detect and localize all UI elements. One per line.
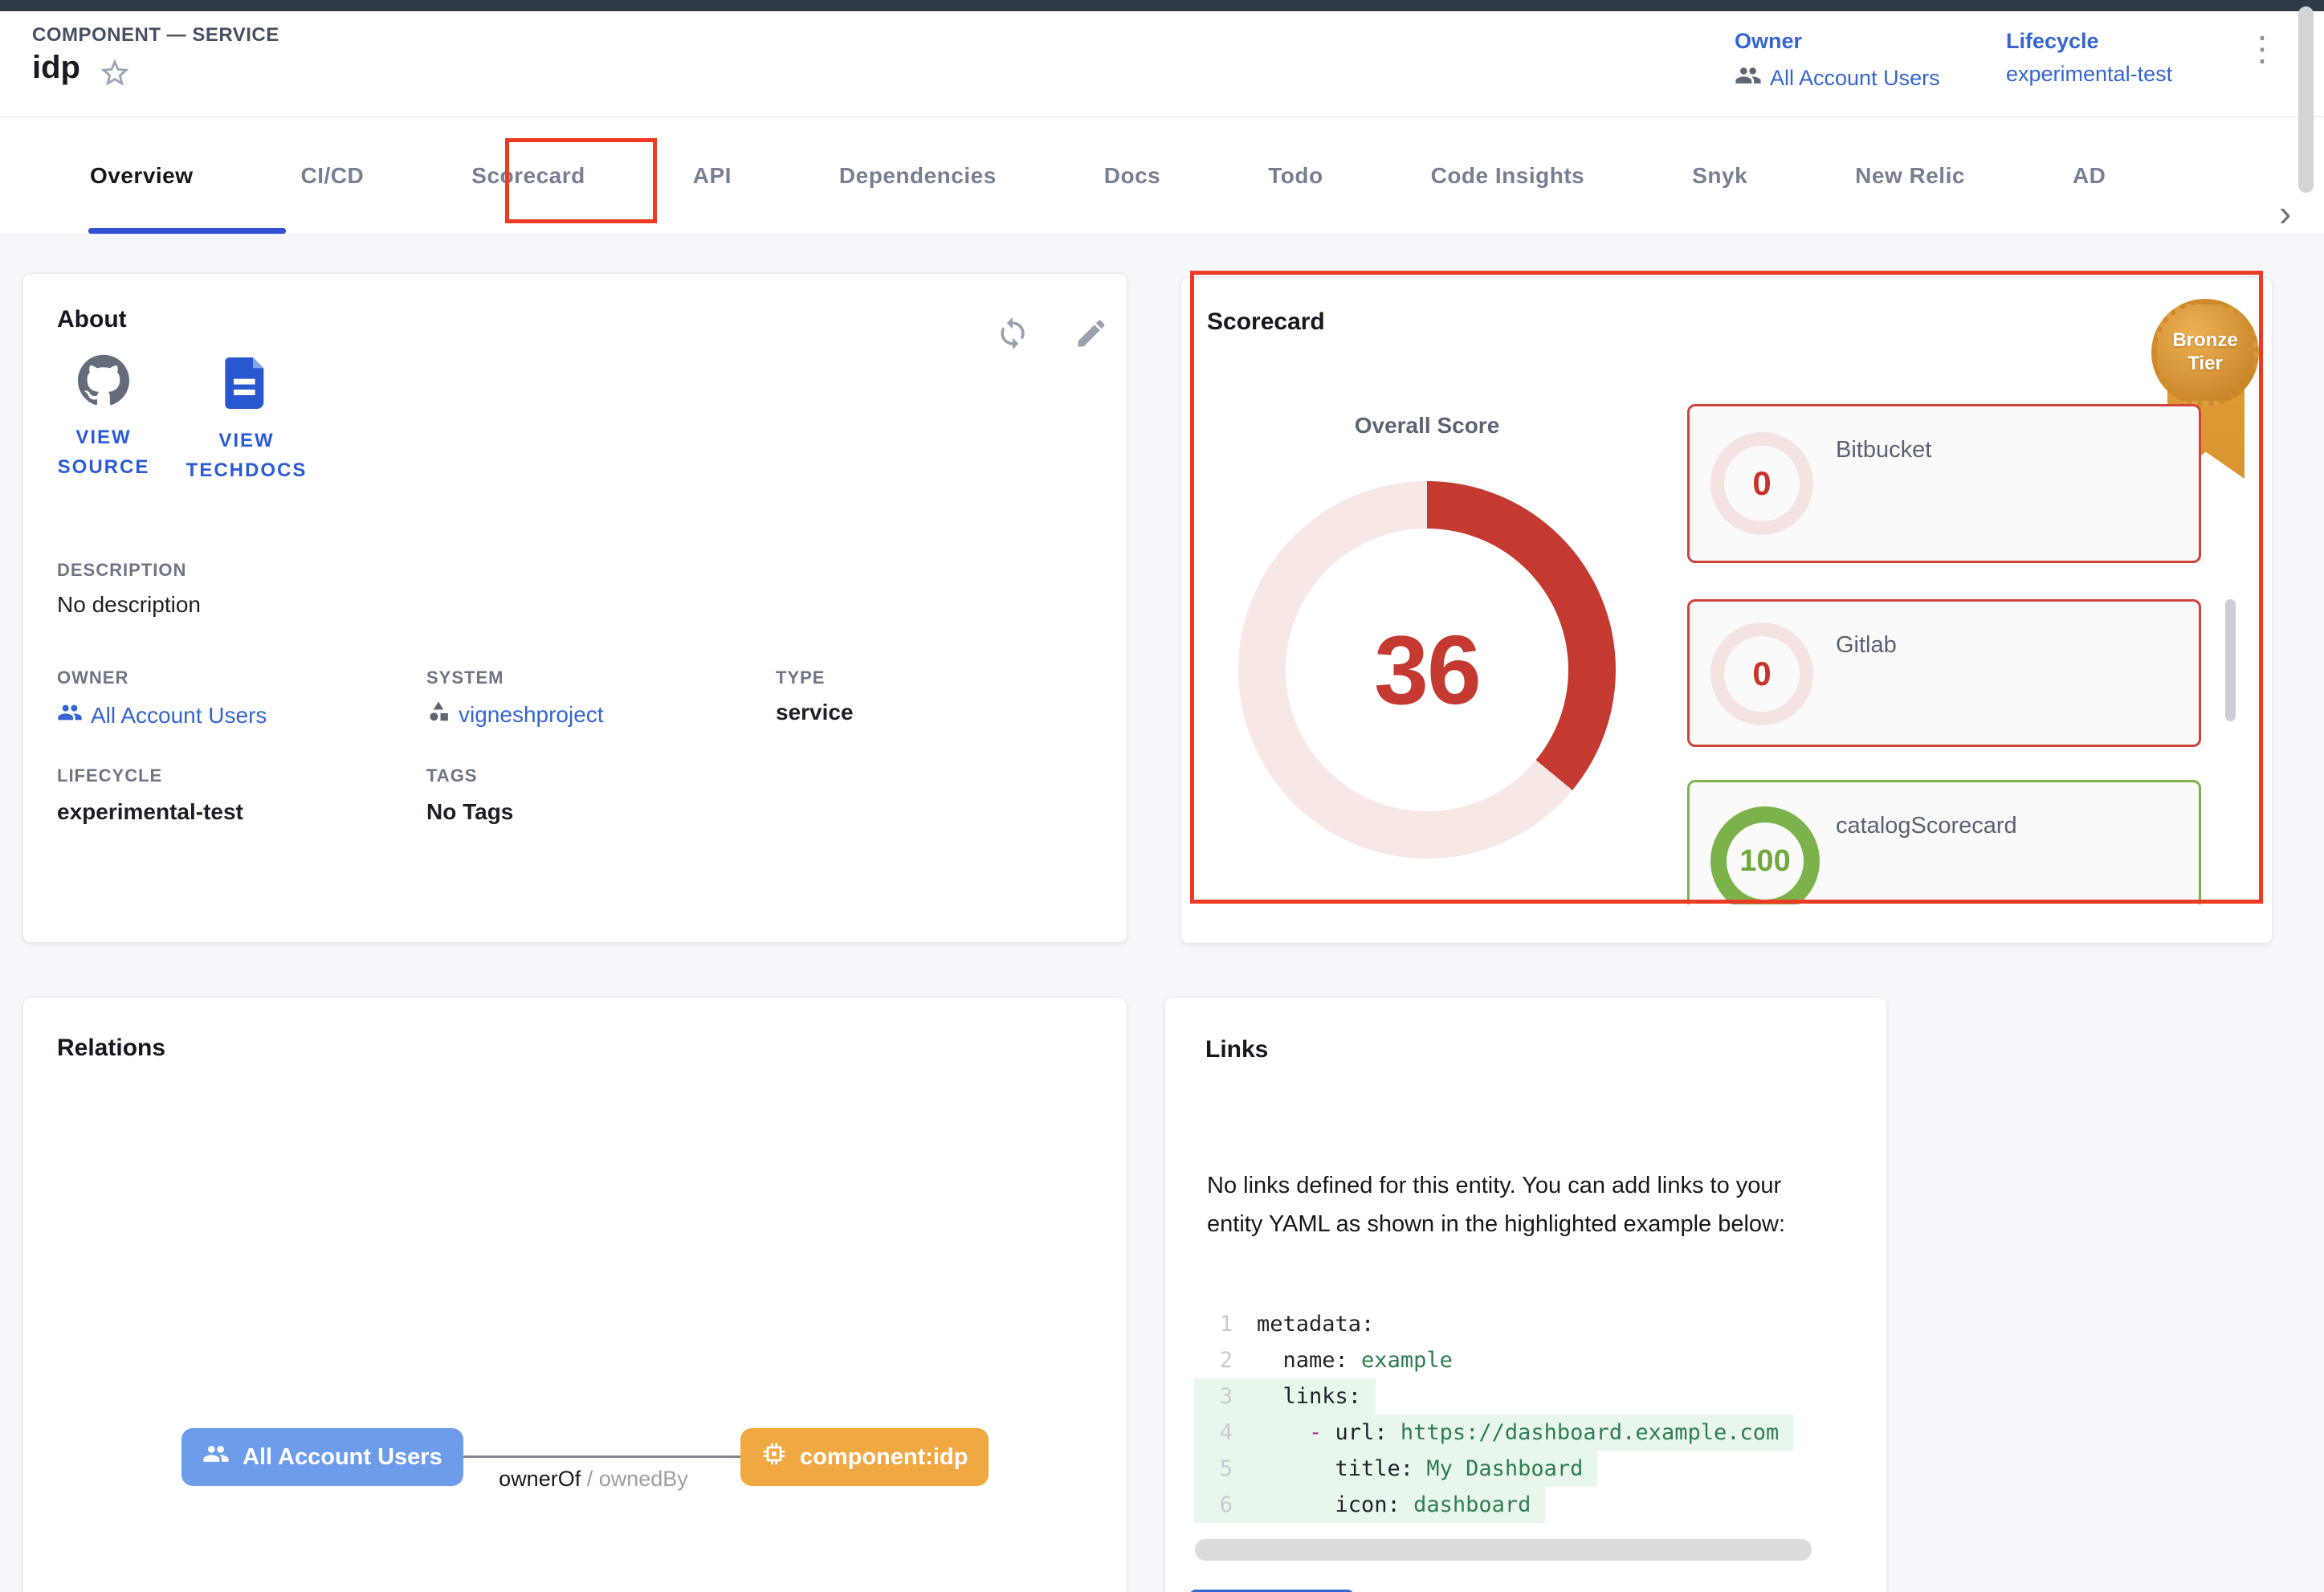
tab-overview[interactable]: Overview xyxy=(90,163,194,189)
owner-link[interactable]: All Account Users xyxy=(1735,62,1940,95)
bitbucket-score-ring: 0 xyxy=(1710,432,1813,535)
tab-bar: Overview CI/CD Scorecard API Dependencie… xyxy=(0,117,2324,235)
owner-field-link[interactable]: All Account Users xyxy=(57,700,267,731)
bitbucket-label: Bitbucket xyxy=(1836,437,1931,463)
tab-snyk[interactable]: Snyk xyxy=(1692,163,1747,189)
code-line-highlighted: 6 icon: dashboard xyxy=(1194,1487,1545,1523)
links-empty-message: No links defined for this entity. You ca… xyxy=(1207,1166,1841,1243)
view-techdocs-label: VIEW TECHDOCS xyxy=(174,426,319,485)
component-chip-icon xyxy=(761,1441,787,1473)
description-label: DESCRIPTION xyxy=(57,560,186,581)
relation-edge xyxy=(446,1455,740,1458)
type-field-value: service xyxy=(776,700,854,725)
code-line-highlighted: 4 - url: https://dashboard.example.com xyxy=(1194,1414,1793,1451)
owner-value: All Account Users xyxy=(1770,66,1940,91)
header-lifecycle: Lifecycle experimental-test xyxy=(2006,29,2172,87)
relation-edge-label: ownerOf / ownedBy xyxy=(433,1467,754,1492)
entity-header: COMPONENT — SERVICE idp Owner All Accoun… xyxy=(0,11,2324,117)
tab-code-insights[interactable]: Code Insights xyxy=(1431,163,1585,189)
catalogscorecard-label: catalogScorecard xyxy=(1836,813,2017,839)
tab-scorecard[interactable]: Scorecard xyxy=(471,163,585,189)
system-icon xyxy=(426,700,451,729)
lifecycle-label: Lifecycle xyxy=(2006,29,2172,54)
owner-field-value: All Account Users xyxy=(91,703,267,729)
top-accent-bar xyxy=(0,0,2324,11)
score-list: 0 Bitbucket 0 Gitlab 100 catalogScorecar… xyxy=(1687,402,2217,904)
overall-score-label: Overall Score xyxy=(1242,413,1612,439)
header-owner: Owner All Account Users xyxy=(1735,29,1940,95)
group-icon xyxy=(1735,62,1762,95)
links-title: Links xyxy=(1205,1036,1268,1063)
owner-node-label: All Account Users xyxy=(243,1444,442,1471)
users-icon xyxy=(202,1440,230,1474)
system-field-value: vigneshproject xyxy=(459,702,604,728)
more-options-icon[interactable]: ⋮ xyxy=(2245,32,2279,66)
techdocs-icon xyxy=(222,357,271,413)
app-window: COMPONENT — SERVICE idp Owner All Accoun… xyxy=(0,0,2324,1592)
users-icon xyxy=(57,700,83,731)
edit-icon[interactable] xyxy=(1074,316,1109,355)
view-techdocs-link[interactable]: VIEW TECHDOCS xyxy=(174,357,319,485)
tab-dependencies[interactable]: Dependencies xyxy=(839,163,997,189)
yaml-code-block: 1metadata: 2 name: example 3 links: 4 - … xyxy=(1194,1306,1864,1525)
tags-field-label: TAGS xyxy=(426,765,477,786)
description-value: No description xyxy=(57,592,201,618)
type-field-label: TYPE xyxy=(776,667,825,688)
relation-node-component[interactable]: component:idp xyxy=(740,1428,989,1486)
breadcrumb: COMPONENT — SERVICE xyxy=(32,24,279,47)
tab-docs[interactable]: Docs xyxy=(1104,163,1160,189)
lifecycle-field-label: LIFECYCLE xyxy=(57,765,162,786)
links-card: Links No links defined for this entity. … xyxy=(1164,997,1887,1592)
relation-node-owner[interactable]: All Account Users xyxy=(181,1428,463,1486)
relations-title: Relations xyxy=(57,1035,165,1062)
view-source-label: VIEW SOURCE xyxy=(47,422,160,482)
github-icon xyxy=(78,354,129,410)
code-line-highlighted: 3 links: xyxy=(1194,1378,1376,1414)
gitlab-label: Gitlab xyxy=(1836,632,1897,659)
score-item-catalogscorecard[interactable]: 100 catalogScorecard xyxy=(1687,780,2201,904)
page-scrollbar[interactable] xyxy=(2298,6,2314,193)
page-title: idp xyxy=(32,50,80,86)
catalogscorecard-score-ring: 100 xyxy=(1710,806,1820,904)
code-horizontal-scrollbar[interactable] xyxy=(1195,1539,1812,1561)
tab-cicd[interactable]: CI/CD xyxy=(301,163,365,189)
relations-card: Relations All Account Users component:id… xyxy=(22,997,1127,1592)
tab-api[interactable]: API xyxy=(693,163,732,189)
overall-score-gauge: 36 xyxy=(1238,481,1616,859)
scorecard-card: Scorecard BronzeTier Overall Score 36 0 … xyxy=(1180,277,2273,944)
scorecard-scrollbar[interactable] xyxy=(2225,599,2236,721)
badge-medal-icon: BronzeTier xyxy=(2151,299,2259,406)
about-title: About xyxy=(57,306,127,333)
lifecycle-field-value: experimental-test xyxy=(57,799,243,825)
tab-new-relic[interactable]: New Relic xyxy=(1855,163,1965,189)
score-item-gitlab[interactable]: 0 Gitlab xyxy=(1687,599,2201,747)
system-field-label: SYSTEM xyxy=(426,667,504,688)
tags-field-value: No Tags xyxy=(426,799,513,825)
gitlab-score-ring: 0 xyxy=(1710,623,1813,725)
tab-todo[interactable]: Todo xyxy=(1268,163,1323,189)
owner-field-label: OWNER xyxy=(57,667,128,688)
refresh-icon[interactable] xyxy=(995,316,1030,355)
lifecycle-value: experimental-test xyxy=(2006,62,2172,87)
system-field-link[interactable]: vigneshproject xyxy=(426,700,604,729)
code-line: 1metadata: xyxy=(1194,1306,1388,1342)
view-source-link[interactable]: VIEW SOURCE xyxy=(47,354,160,482)
owner-label: Owner xyxy=(1735,29,1940,54)
tabs-overflow-chevron-icon[interactable]: › xyxy=(2279,194,2291,231)
scorecard-title: Scorecard xyxy=(1207,308,1325,336)
tab-adr[interactable]: ADR xyxy=(2073,163,2106,189)
about-card: About VIEW SOURCE VIEW TECHDOCS DESCRIPT… xyxy=(22,273,1127,943)
score-item-bitbucket[interactable]: 0 Bitbucket xyxy=(1687,404,2201,563)
active-tab-indicator xyxy=(88,228,286,234)
overall-score-value: 36 xyxy=(1374,614,1480,726)
code-line-highlighted: 5 title: My Dashboard xyxy=(1194,1451,1597,1487)
code-line: 2 name: example xyxy=(1194,1342,1467,1378)
favorite-star-icon[interactable] xyxy=(98,56,132,94)
component-node-label: component:idp xyxy=(800,1444,968,1471)
